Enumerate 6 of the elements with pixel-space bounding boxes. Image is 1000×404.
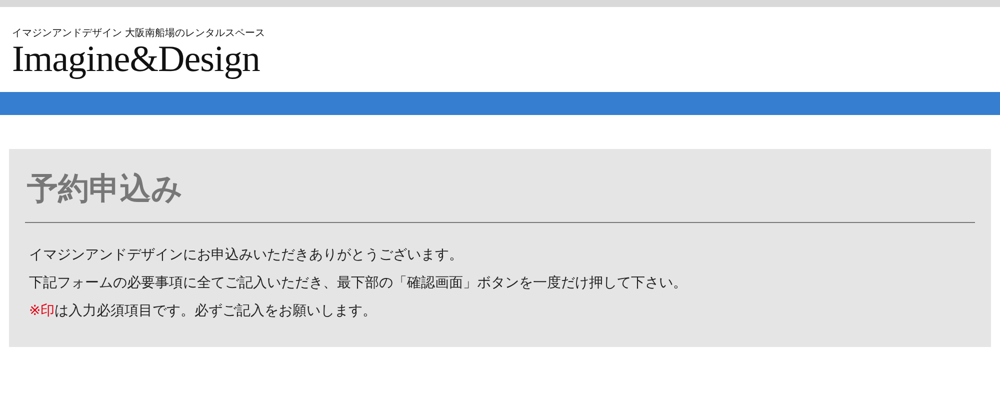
page-heading: 予約申込み (27, 170, 183, 209)
intro-text: イマジンアンドデザインにお申込みいただきありがとうございます。 (29, 246, 463, 265)
site-tagline: イマジンアンドデザイン 大阪南船場のレンタルスペース (12, 28, 266, 40)
intro-text: ※印は入力必須項目です。必ずご記入をお願いします。 (29, 302, 377, 321)
site-logo[interactable]: Imagine&Design (12, 40, 260, 80)
intro-text: 下記フォームの必要事項に全てご記入いただき、最下部の「確認画面」ボタンを一度だけ押して下さい。 (29, 274, 687, 293)
